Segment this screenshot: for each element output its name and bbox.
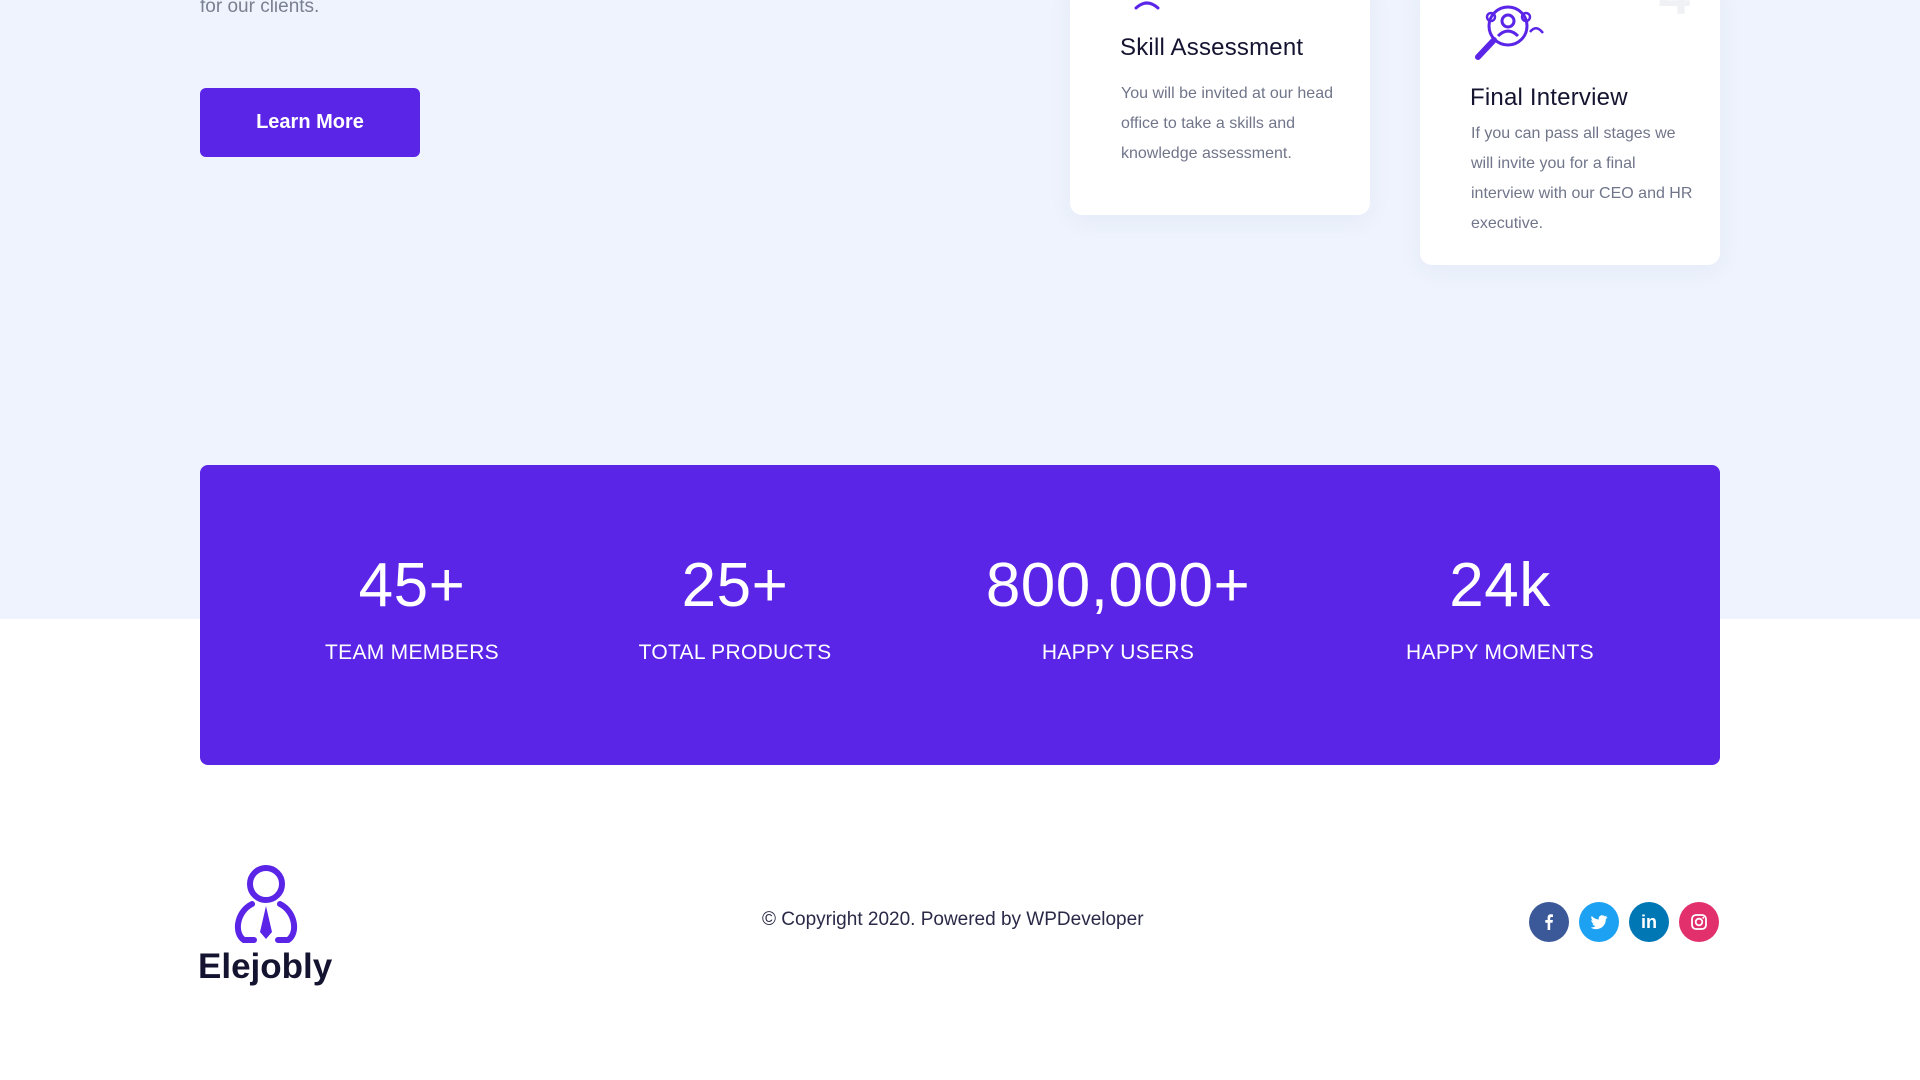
- linkedin-icon: in: [1641, 911, 1657, 932]
- stat-value: 25+: [681, 551, 789, 620]
- linkedin-link[interactable]: in: [1629, 902, 1669, 942]
- facebook-icon: [1545, 914, 1553, 930]
- card-description: If you can pass all stages we will invit…: [1471, 125, 1693, 232]
- twitter-link[interactable]: [1579, 902, 1619, 942]
- step-number: 4: [1659, 0, 1690, 27]
- stat-happy-users: 800,000+ HAPPY USERS: [938, 555, 1298, 665]
- stat-team-members: 45+ TEAM MEMBERS: [232, 555, 592, 665]
- card-title: Skill Assessment: [1120, 34, 1304, 61]
- card-description: You will be invited at our head office t…: [1121, 85, 1333, 162]
- twitter-icon: [1590, 915, 1608, 930]
- stat-label: HAPPY MOMENTS: [1406, 641, 1594, 664]
- copyright-text: © Copyright 2020. Powered by WPDeveloper: [762, 909, 1144, 930]
- social-links: in: [1529, 902, 1719, 942]
- instagram-link[interactable]: [1679, 902, 1719, 942]
- instagram-icon: [1691, 914, 1707, 930]
- stat-total-products: 25+ TOTAL PRODUCTS: [555, 555, 915, 665]
- stat-happy-moments: 24k HAPPY MOMENTS: [1320, 555, 1680, 665]
- person-icon: [1132, 0, 1162, 15]
- stat-label: HAPPY USERS: [1041, 641, 1195, 664]
- step-card-skill-assessment: Skill Assessment You will be invited at …: [1070, 0, 1370, 215]
- learn-more-button[interactable]: Learn More: [200, 88, 420, 157]
- stat-label: TEAM MEMBERS: [325, 641, 499, 664]
- facebook-link[interactable]: [1529, 902, 1569, 942]
- stat-label: TOTAL PRODUCTS: [638, 641, 832, 664]
- stat-value: 800,000+: [985, 551, 1251, 620]
- stat-value: 45+: [358, 551, 466, 620]
- intro-text: for our clients.: [200, 0, 320, 17]
- logo-text: Elejobly: [198, 947, 333, 986]
- card-title: Final Interview: [1470, 84, 1628, 111]
- step-card-final-interview: 4 Final Interview If you can pass all st…: [1420, 0, 1720, 265]
- stats-band: 45+ TEAM MEMBERS 25+ TOTAL PRODUCTS 800,…: [200, 465, 1720, 765]
- stat-value: 24k: [1449, 551, 1551, 620]
- logo-person-icon: [234, 865, 298, 943]
- interview-search-icon: [1470, 0, 1546, 67]
